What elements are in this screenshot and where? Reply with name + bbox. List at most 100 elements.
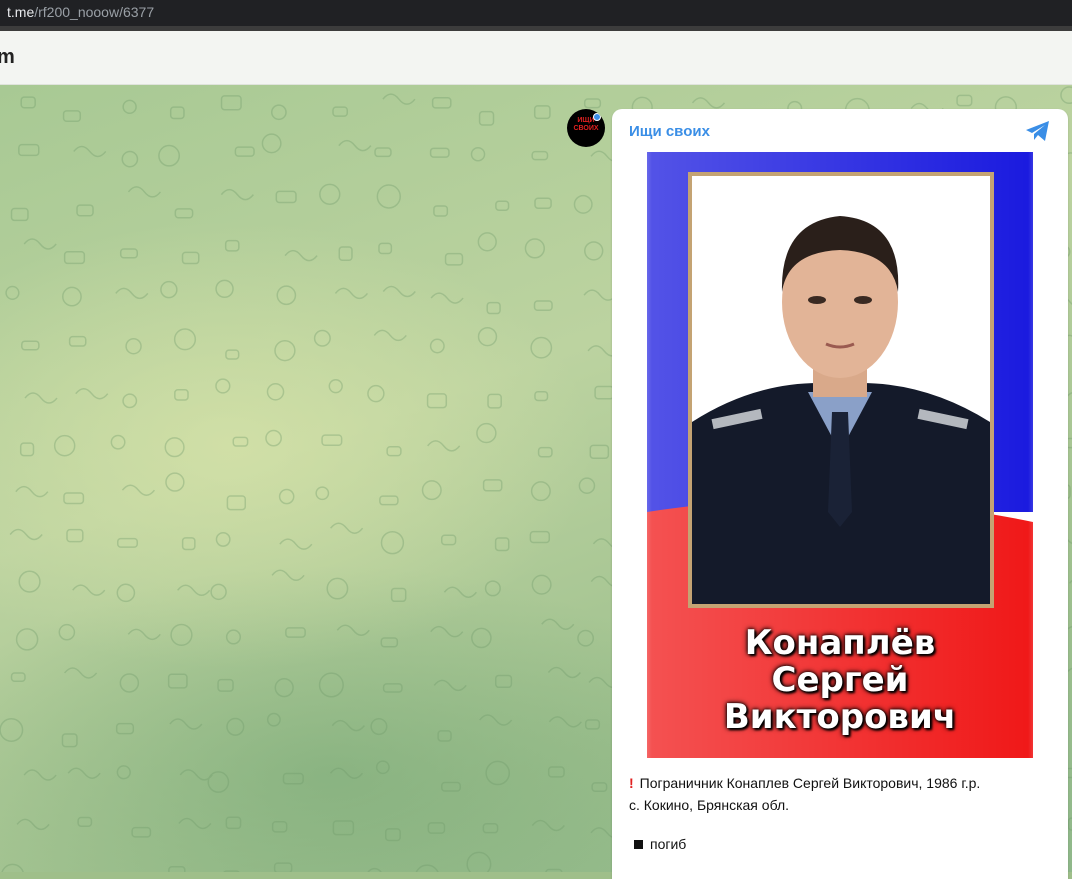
doodle-shape <box>530 336 553 359</box>
doodle-shape <box>276 285 297 306</box>
doodle-shape <box>594 385 615 400</box>
post-photo[interactable]: Конаплёв Сергей Викторович <box>612 152 1068 758</box>
page-header: m <box>0 31 1072 85</box>
verified-dot <box>593 113 601 121</box>
doodle-shape <box>485 760 511 786</box>
doodle-shape <box>273 862 293 872</box>
doodle-shape <box>274 678 294 698</box>
doodle-shape <box>336 624 370 637</box>
doodle-shape <box>10 207 29 222</box>
doodle-shape <box>338 139 372 152</box>
doodle-shape <box>122 99 137 115</box>
doodle-shape <box>534 390 549 402</box>
channel-name-link[interactable]: Ищи своих <box>629 123 710 140</box>
doodle-shape <box>15 485 49 498</box>
doodle-shape <box>225 629 242 645</box>
doodle-shape <box>487 393 502 409</box>
doodle-shape <box>470 146 486 162</box>
doodle-shape <box>116 537 139 548</box>
doodle-shape <box>385 828 401 842</box>
doodle-shape <box>53 434 76 457</box>
exclamation-icon: ! <box>629 775 634 791</box>
doodle-shape <box>370 717 388 736</box>
doodle-shape <box>547 666 581 679</box>
doodle-shape <box>326 577 349 600</box>
doodle-shape <box>63 667 98 679</box>
black-square-icon <box>634 840 643 849</box>
doodle-shape <box>73 145 107 158</box>
doodle-shape <box>531 574 552 595</box>
doodle-shape <box>160 280 178 299</box>
doodle-shape <box>484 580 501 597</box>
doodle-shape <box>426 393 448 409</box>
doodle-shape <box>266 712 281 727</box>
doodle-shape <box>482 479 503 492</box>
doodle-shape <box>179 769 213 781</box>
post-status: погиб <box>634 836 686 852</box>
doodle-shape <box>441 781 461 792</box>
channel-avatar[interactable]: ИЩИ СВОИХ <box>567 109 605 147</box>
doodle-shape <box>537 446 553 458</box>
photo-name-line2: Сергей <box>771 660 909 700</box>
doodle-shape <box>266 383 285 401</box>
doodle-shape <box>24 392 58 404</box>
doodle-shape <box>478 110 495 126</box>
doodle-shape <box>282 772 304 785</box>
doodle-shape <box>261 133 282 154</box>
doodle-shape <box>533 300 553 311</box>
doodle-shape <box>115 722 135 735</box>
doodle-shape <box>524 238 546 259</box>
doodle-shape <box>440 534 457 546</box>
doodle-shape <box>373 329 407 342</box>
doodle-shape <box>531 150 549 161</box>
doodle-shape <box>72 584 106 596</box>
doodle-shape <box>174 389 189 401</box>
doodle-shape <box>62 286 82 307</box>
doodle-shape <box>275 190 297 204</box>
doodle-shape <box>573 194 593 214</box>
doodle-shape <box>334 287 369 300</box>
doodle-shape <box>16 818 50 831</box>
doodle-shape <box>375 760 390 775</box>
doodle-shape <box>165 472 185 492</box>
doodle-shape <box>427 440 461 452</box>
address-bar[interactable]: t.me/rf200_nooow/6377 <box>0 0 1072 26</box>
doodle-shape <box>443 586 477 598</box>
doodle-shape <box>177 584 211 597</box>
doodle-shape <box>77 816 93 827</box>
doodle-shape <box>119 248 138 259</box>
telegram-icon[interactable] <box>1025 119 1051 143</box>
doodle-shape <box>66 528 84 543</box>
doodle-shape <box>584 719 601 730</box>
doodle-shape <box>956 94 973 107</box>
doodle-shape <box>318 672 344 698</box>
doodle-shape <box>285 627 306 638</box>
doodle-shape <box>415 864 439 872</box>
doodle-shape <box>319 183 341 206</box>
doodle-shape <box>174 208 194 219</box>
doodle-shape <box>18 143 40 157</box>
doodle-shape <box>534 197 552 209</box>
doodle-shape <box>437 730 452 742</box>
doodle-shape <box>167 673 188 689</box>
doodle-shape <box>421 480 442 501</box>
doodle-shape <box>217 678 234 692</box>
doodle-shape <box>332 106 349 117</box>
caption-line2: с. Кокино, Брянская обл. <box>629 797 790 813</box>
doodle-shape <box>476 422 497 444</box>
doodle-shape <box>21 340 40 351</box>
doodle-shape <box>158 144 181 167</box>
doodle-shape <box>380 637 399 648</box>
doodle-shape <box>321 434 343 446</box>
doodle-shape <box>116 583 136 603</box>
doodle-shape <box>530 481 551 502</box>
doodle-shape <box>429 338 445 354</box>
doodle-shape <box>494 537 510 552</box>
avatar-text-line1: ИЩИ <box>577 117 595 124</box>
doodle-shape <box>367 867 382 872</box>
doodle-shape <box>170 623 193 647</box>
doodle-shape <box>225 349 240 360</box>
doodle-shape <box>338 246 353 262</box>
status-text: погиб <box>650 836 687 852</box>
doodle-shape <box>486 301 501 315</box>
